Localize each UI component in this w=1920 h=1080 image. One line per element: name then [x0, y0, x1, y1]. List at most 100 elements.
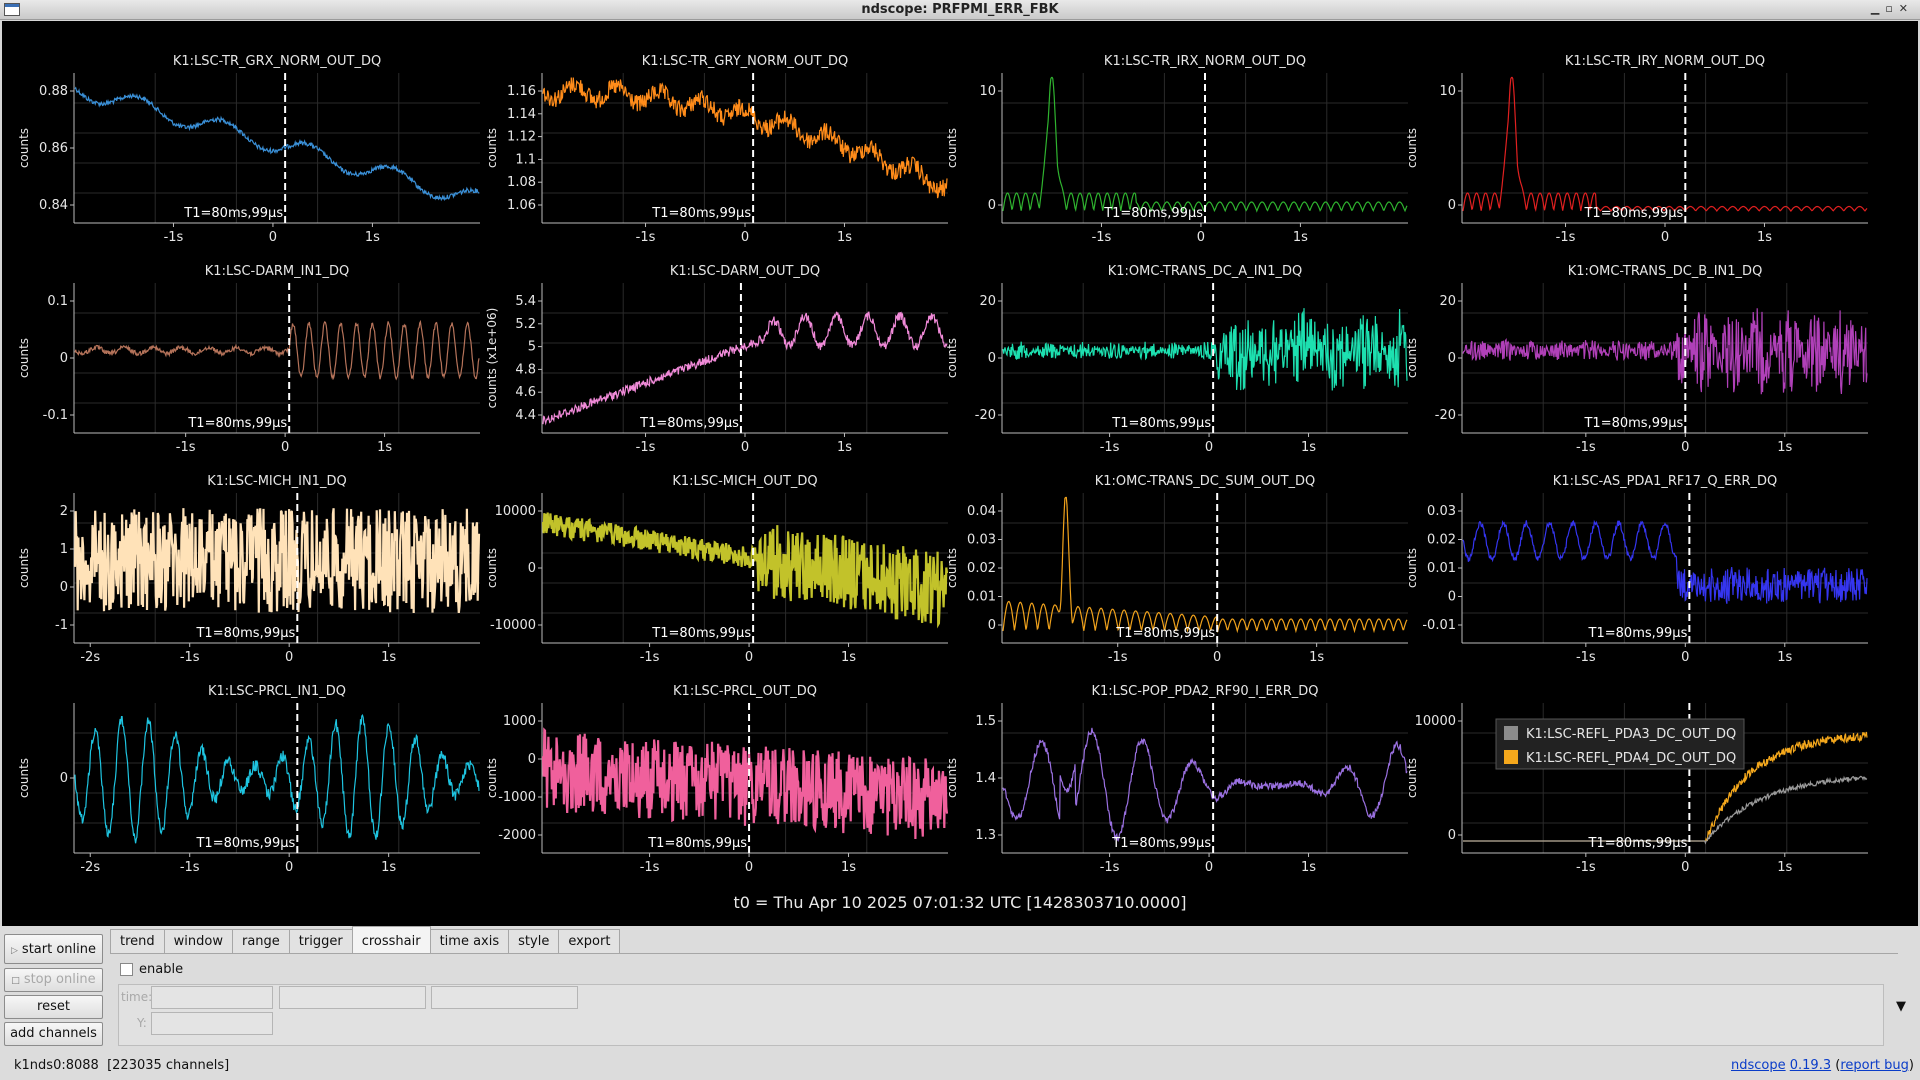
y-axis-label: counts — [1405, 338, 1419, 378]
start-online-button[interactable]: ▷ start online — [4, 934, 103, 964]
y-tick-label: 0 — [1448, 198, 1456, 213]
tab-trend[interactable]: trend — [110, 929, 165, 953]
trace-line — [541, 512, 949, 629]
tab-export[interactable]: export — [558, 929, 621, 953]
t0-label: t0 = Thu Apr 10 2025 07:01:32 UTC [14283… — [733, 893, 1187, 912]
cursor-label: T1=80ms,99µs — [195, 626, 295, 641]
plot-panel[interactable]: K1:OMC-TRANS_DC_A_IN1_DQ 20 0 -20 counts -1s 0… — [945, 264, 1408, 455]
plot-title: K1:LSC-TR_GRX_NORM_OUT_DQ — [173, 54, 381, 69]
window-controls[interactable]: ▁▫✕ — [1871, 2, 1914, 15]
stop-online-button[interactable]: □ stop online — [4, 968, 103, 992]
time-field-2[interactable] — [279, 986, 426, 1009]
plot-panel[interactable]: K1:LSC-DARM_OUT_DQ 5.4 5.2 5 4.8 4.6 4.4 counts… — [485, 264, 948, 455]
y-tick-label: 1.3 — [975, 828, 996, 843]
plot-panel[interactable]: K1:LSC-PRCL_OUT_DQ 1000 0 -1000 -2000 counts -… — [485, 684, 949, 875]
x-tick-label: 1s — [841, 860, 856, 875]
y-axis-label: counts — [945, 128, 959, 168]
y-tick-label: 0.84 — [39, 198, 68, 213]
plot-grid[interactable]: K1:LSC-TR_GRX_NORM_OUT_DQ 0.88 0.86 0.84 cou… — [2, 21, 1918, 926]
cursor-label: T1=80ms,99µs — [1583, 416, 1683, 431]
enable-checkbox[interactable] — [120, 963, 133, 976]
y-tick-label: -0.1 — [43, 408, 68, 423]
y-tick-label: 1.16 — [507, 84, 536, 99]
plot-panel[interactable]: K1:LSC-MICH_OUT_DQ 10000 0 -10000 counts -1s 0… — [485, 474, 949, 665]
version-link[interactable]: 0.19.3 — [1790, 1058, 1831, 1073]
x-tick-label: -1s — [180, 650, 200, 665]
y-tick-label: 2 — [60, 504, 68, 519]
plot-panel[interactable]: K1:OMC-TRANS_DC_SUM_OUT_DQ 0.04 0.03 0.02 0.… — [945, 474, 1408, 665]
x-tick-label: 1s — [1777, 440, 1792, 455]
tab-window[interactable]: window — [163, 929, 233, 953]
window-title: ndscope: PRFPMI_ERR_FBK — [861, 2, 1059, 17]
crosshair-enable[interactable]: enable — [120, 962, 183, 977]
plot-title: K1:OMC-TRANS_DC_SUM_OUT_DQ — [1095, 474, 1316, 489]
cursor-label: T1=80ms,99µs — [647, 836, 747, 851]
x-tick-label: 1s — [381, 650, 396, 665]
plot-panel[interactable]: K1:OMC-TRANS_DC_B_IN1_DQ 20 0 -20 counts -1s 0… — [1405, 264, 1868, 455]
y-tick-label: -10000 — [490, 618, 536, 633]
cursor-label: T1=80ms,99µs — [195, 836, 295, 851]
close-icon[interactable]: ✕ — [1899, 2, 1914, 15]
x-tick-label: -1s — [1108, 650, 1128, 665]
plots-canvas[interactable]: K1:LSC-TR_GRX_NORM_OUT_DQ 0.88 0.86 0.84 cou… — [2, 21, 1918, 926]
plot-panel[interactable]: K1:LSC-TR_IRX_NORM_OUT_DQ 10 0 counts -1s 0 1s… — [945, 54, 1408, 245]
x-tick-label: 0 — [285, 860, 293, 875]
chevron-down-icon[interactable]: ▼ — [1896, 999, 1906, 1014]
plot-panel[interactable]: K1:LSC-TR_GRY_NORM_OUT_DQ 1.16 1.14 1.12 1.1… — [485, 54, 948, 245]
x-tick-label: -1s — [180, 860, 200, 875]
control-panel: ▷ start online □ stop online reset add cha… — [0, 926, 1920, 1050]
y-tick-label: 1.14 — [507, 107, 536, 122]
time-field-1[interactable] — [151, 986, 273, 1009]
x-tick-label: 0 — [745, 650, 753, 665]
y-tick-label: 0 — [988, 618, 996, 633]
maximize-icon[interactable]: ▫ — [1885, 2, 1898, 15]
plot-panel[interactable]: K1:LSC-POP_PDA2_RF90_I_ERR_DQ 1.5 1.4 1.3 co… — [945, 684, 1408, 875]
y-tick-label: 4.8 — [515, 362, 536, 377]
plot-title: K1:LSC-MICH_IN1_DQ — [207, 474, 346, 489]
ndscope-link[interactable]: ndscope — [1731, 1058, 1786, 1073]
trace-line — [542, 311, 948, 426]
y-tick-label: 5 — [528, 340, 536, 355]
stop-online-label: stop online — [23, 972, 96, 987]
y-tick-label: -1000 — [498, 790, 536, 805]
x-tick-label: 1s — [1777, 650, 1792, 665]
plot-panel[interactable]: K1:LSC-TR_IRY_NORM_OUT_DQ 10 0 counts -1s 0 1s… — [1405, 54, 1868, 245]
tab-crosshair[interactable]: crosshair — [351, 926, 431, 953]
tab-range[interactable]: range — [231, 929, 290, 953]
y-tick-label: 0.02 — [1427, 533, 1456, 548]
cursor-label: T1=80ms,99µs — [1115, 626, 1215, 641]
tab-trigger[interactable]: trigger — [288, 929, 353, 953]
x-tick-label: 0 — [1213, 650, 1221, 665]
x-tick-label: 1s — [1301, 860, 1316, 875]
server-address: k1nds0:8088 — [14, 1058, 99, 1073]
plot-panel[interactable]: K1:LSC-PRCL_IN1_DQ 0 counts -2s -1s 0 1s T1=80m… — [17, 684, 480, 875]
minimize-icon[interactable]: ▁ — [1871, 2, 1885, 15]
plot-panel[interactable]: K1:LSC-TR_GRX_NORM_OUT_DQ 0.88 0.86 0.84 cou… — [17, 54, 480, 245]
tab-time-axis[interactable]: time axis — [429, 929, 510, 953]
cursor-label: T1=80ms,99µs — [1103, 206, 1203, 221]
version-info: ndscope 0.19.3 (report bug) — [1730, 1058, 1914, 1073]
time-field-3[interactable] — [431, 986, 578, 1009]
y-field[interactable] — [151, 1012, 273, 1035]
cursor-label: T1=80ms,99µs — [651, 626, 751, 641]
y-axis-label: counts — [945, 758, 959, 798]
plot-panel[interactable]: K1:LSC-AS_PDA1_RF17_Q_ERR_DQ 0.03 0.02 0.01… — [1405, 474, 1868, 665]
play-icon: ▷ — [11, 946, 18, 956]
reset-button[interactable]: reset — [4, 995, 103, 1019]
x-tick-label: 0 — [1197, 230, 1205, 245]
plot-panel[interactable]: K1:LSC-MICH_IN1_DQ 2 1 0 -1 counts -2s -1s 0 1s T1… — [17, 474, 481, 665]
y-tick-label: 0 — [528, 561, 536, 576]
add-channels-button[interactable]: add channels — [4, 1022, 103, 1046]
plot-panel[interactable]: 10000 0 counts -1s 0 1s T1=80ms,99µs K1:LSC-REF… — [1405, 703, 1868, 875]
y-axis-label: counts — [1405, 758, 1419, 798]
plot-panel[interactable]: K1:LSC-DARM_IN1_DQ 0.1 0 -0.1 counts -1s 0 1s T1… — [17, 264, 480, 455]
tab-style[interactable]: style — [508, 929, 560, 953]
y-tick-label: -20 — [1435, 408, 1456, 423]
y-tick-label: 10000 — [1415, 714, 1456, 729]
cursor-label: T1=80ms,99µs — [1588, 836, 1688, 851]
report-bug-link[interactable]: report bug — [1840, 1058, 1909, 1073]
plot-title: K1:LSC-AS_PDA1_RF17_Q_ERR_DQ — [1553, 474, 1777, 489]
trace-line — [73, 508, 481, 614]
x-tick-label: 1s — [1301, 440, 1316, 455]
x-tick-label: 1s — [837, 440, 852, 455]
